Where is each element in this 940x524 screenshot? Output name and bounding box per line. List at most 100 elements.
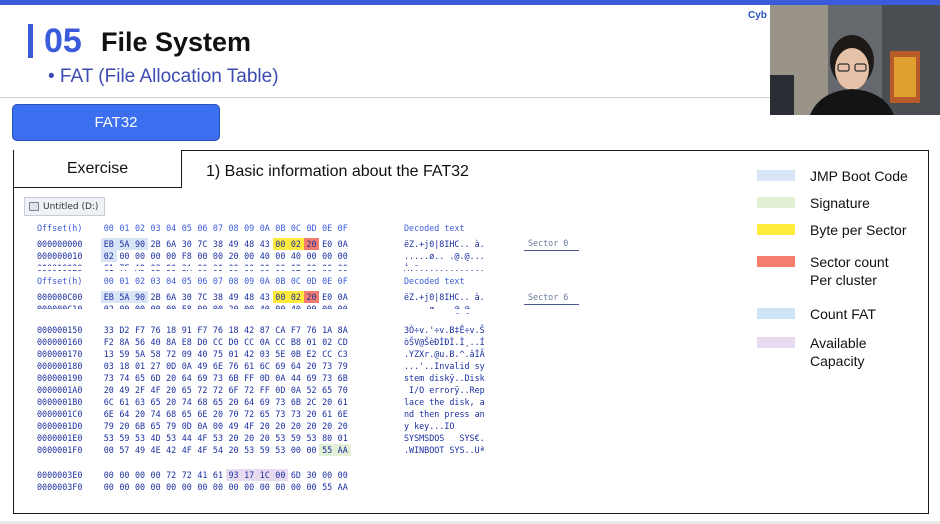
- hex-byte[interactable]: 20: [226, 250, 242, 262]
- hex-byte[interactable]: 00: [335, 250, 351, 262]
- hex-byte[interactable]: F2: [101, 336, 117, 348]
- hex-byte[interactable]: 69: [257, 396, 273, 408]
- hex-byte[interactable]: 20: [257, 432, 273, 444]
- hex-byte[interactable]: 01: [335, 432, 351, 444]
- hex-byte[interactable]: 70: [335, 384, 351, 396]
- hex-byte[interactable]: F7: [195, 324, 211, 336]
- hex-byte[interactable]: 69: [273, 360, 289, 372]
- hex-byte[interactable]: 59: [117, 348, 133, 360]
- hex-byte[interactable]: F8: [179, 250, 195, 262]
- hex-byte[interactable]: 2F: [132, 384, 148, 396]
- hex-byte[interactable]: 30: [304, 469, 320, 481]
- hex-byte[interactable]: AA: [335, 481, 351, 493]
- hex-byte[interactable]: 0E: [319, 275, 335, 287]
- hex-byte[interactable]: 0F: [335, 275, 351, 287]
- hex-byte[interactable]: 0D: [257, 372, 273, 384]
- hex-byte[interactable]: 00: [163, 481, 179, 493]
- hex-byte[interactable]: 59: [117, 432, 133, 444]
- hex-byte[interactable]: 65: [148, 420, 164, 432]
- hex-byte[interactable]: 76: [226, 360, 242, 372]
- hex-byte[interactable]: 53: [304, 432, 320, 444]
- hex-byte[interactable]: 8A: [117, 336, 133, 348]
- hex-byte[interactable]: 65: [257, 408, 273, 420]
- hex-byte[interactable]: 0A: [335, 291, 351, 303]
- hex-byte[interactable]: 00: [319, 469, 335, 481]
- hex-byte[interactable]: 00: [241, 481, 257, 493]
- hex-byte[interactable]: 02: [288, 291, 304, 303]
- hex-byte[interactable]: 42: [241, 324, 257, 336]
- hex-byte[interactable]: 0A: [257, 336, 273, 348]
- hex-byte[interactable]: 65: [210, 396, 226, 408]
- hex-byte[interactable]: 20: [303, 238, 320, 250]
- hex-byte[interactable]: 2C: [304, 396, 320, 408]
- hex-byte[interactable]: 02: [132, 222, 148, 234]
- hex-byte[interactable]: 90: [132, 291, 148, 303]
- hex-byte[interactable]: 72: [195, 384, 211, 396]
- hex-byte[interactable]: 52: [304, 384, 320, 396]
- hex-byte[interactable]: CC: [273, 336, 289, 348]
- hex-byte[interactable]: 0A: [257, 275, 273, 287]
- hex-byte[interactable]: 0B: [273, 222, 289, 234]
- hex-byte[interactable]: 06: [195, 275, 211, 287]
- hex-byte[interactable]: 49: [226, 238, 242, 250]
- hex-byte[interactable]: CC: [319, 348, 335, 360]
- hex-byte[interactable]: FF: [257, 384, 273, 396]
- hex-byte[interactable]: 00: [195, 481, 211, 493]
- hex-byte[interactable]: 03: [101, 360, 117, 372]
- hex-byte[interactable]: 00: [132, 481, 148, 493]
- hex-byte[interactable]: 03: [148, 222, 164, 234]
- hex-byte[interactable]: 43: [257, 291, 273, 303]
- hex-byte[interactable]: 33: [101, 324, 117, 336]
- hex-byte[interactable]: 6E: [101, 408, 117, 420]
- hex-byte[interactable]: 53: [241, 444, 257, 456]
- hex-byte[interactable]: 72: [241, 408, 257, 420]
- hex-byte[interactable]: 53: [273, 444, 289, 456]
- hex-byte[interactable]: 05: [179, 222, 195, 234]
- hex-byte[interactable]: 20: [288, 420, 304, 432]
- hex-byte[interactable]: 20: [304, 360, 320, 372]
- hex-byte[interactable]: 65: [132, 372, 148, 384]
- hex-byte[interactable]: 00: [272, 291, 289, 303]
- hex-byte[interactable]: EB: [101, 291, 117, 303]
- hex-byte[interactable]: 6D: [148, 372, 164, 384]
- hex-byte[interactable]: 0A: [195, 420, 211, 432]
- hex-byte[interactable]: 30: [179, 238, 195, 250]
- hex-byte[interactable]: 01: [226, 348, 242, 360]
- hex-byte[interactable]: 55: [319, 481, 335, 493]
- hex-byte[interactable]: 55: [319, 444, 335, 456]
- hex-byte[interactable]: D0: [226, 336, 242, 348]
- hex-byte[interactable]: 20: [226, 396, 242, 408]
- hex-byte[interactable]: 42: [241, 348, 257, 360]
- hex-byte[interactable]: 8A: [335, 324, 351, 336]
- hex-byte[interactable]: 20: [163, 372, 179, 384]
- hex-byte[interactable]: E8: [179, 336, 195, 348]
- hex-byte[interactable]: 58: [148, 348, 164, 360]
- hex-byte[interactable]: 6C: [101, 396, 117, 408]
- hex-byte[interactable]: 2B: [148, 291, 164, 303]
- hex-byte[interactable]: 65: [319, 384, 335, 396]
- hex-byte[interactable]: 61: [117, 396, 133, 408]
- hex-byte[interactable]: 5A: [116, 238, 133, 250]
- hex-byte[interactable]: 0A: [179, 360, 195, 372]
- hex-byte[interactable]: 04: [163, 222, 179, 234]
- hex-byte[interactable]: 02: [319, 336, 335, 348]
- hex-byte[interactable]: 5E: [273, 348, 289, 360]
- hex-byte[interactable]: 53: [132, 432, 148, 444]
- hex-byte[interactable]: 0A: [288, 384, 304, 396]
- hex-byte[interactable]: 6C: [257, 360, 273, 372]
- hex-byte[interactable]: 54: [210, 444, 226, 456]
- hex-byte[interactable]: B8: [288, 336, 304, 348]
- hex-byte[interactable]: 09: [241, 275, 257, 287]
- hex-byte[interactable]: 0D: [179, 420, 195, 432]
- hex-byte[interactable]: 20: [226, 432, 242, 444]
- hex-byte[interactable]: 00: [288, 481, 304, 493]
- hex-byte[interactable]: 05: [179, 275, 195, 287]
- hex-byte[interactable]: 68: [195, 396, 211, 408]
- hex-byte[interactable]: 00: [148, 481, 164, 493]
- hex-byte[interactable]: CA: [273, 324, 289, 336]
- hex-byte[interactable]: 53: [163, 432, 179, 444]
- hex-byte[interactable]: 7C: [195, 291, 211, 303]
- hex-byte[interactable]: 73: [101, 372, 117, 384]
- hex-byte[interactable]: 53: [101, 432, 117, 444]
- hex-byte[interactable]: 00: [101, 444, 117, 456]
